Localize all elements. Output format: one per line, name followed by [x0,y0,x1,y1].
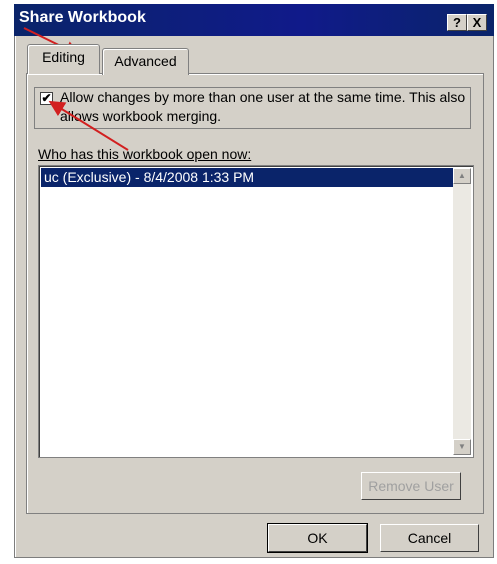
who-has-open-label: Who has this workbook open now: [38,146,252,162]
ok-button[interactable]: OK [267,523,368,553]
tab-advanced-label: Advanced [114,53,177,69]
allow-changes-label: Allow changes by more than one user at t… [60,89,466,124]
remove-user-button[interactable]: Remove User [361,472,461,500]
window-title: Share Workbook [19,9,146,26]
title-bar: Share Workbook ? X [14,4,494,36]
tab-editing-label: Editing [42,49,85,65]
close-button[interactable]: X [467,14,487,31]
tab-editing[interactable]: Editing [27,44,100,74]
scroll-up-icon[interactable]: ▲ [453,168,471,184]
users-listbox[interactable]: uc (Exclusive) - 8/4/2008 1:33 PM ▲ ▼ [38,165,474,458]
allow-changes-checkbox[interactable]: ✔ [40,92,53,105]
tab-advanced[interactable]: Advanced [102,48,189,75]
scroll-down-icon[interactable]: ▼ [453,439,471,455]
help-button[interactable]: ? [447,14,467,31]
list-item[interactable]: uc (Exclusive) - 8/4/2008 1:33 PM [41,168,453,187]
list-scrollbar[interactable]: ▲ ▼ [453,168,471,455]
cancel-button[interactable]: Cancel [380,524,479,552]
